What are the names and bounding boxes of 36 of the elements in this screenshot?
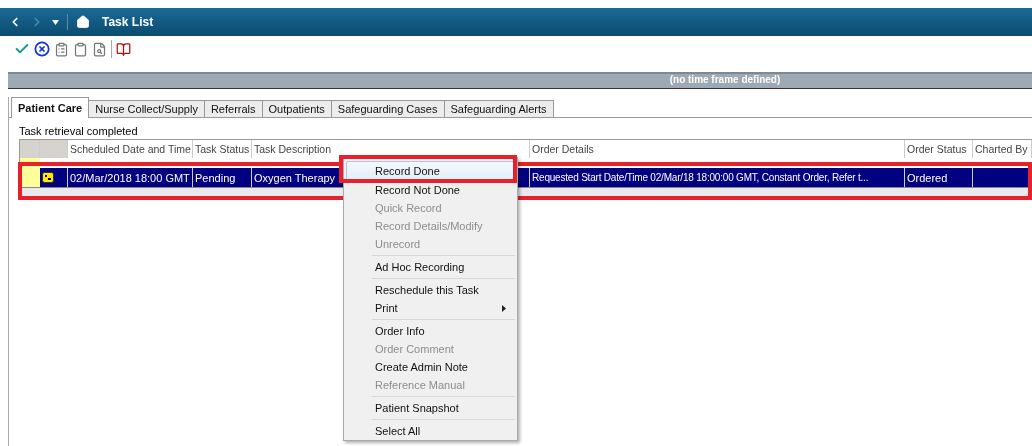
column-header[interactable]: Scheduled Date and Time [68, 140, 193, 158]
table-cell: Pending [193, 168, 252, 187]
tab[interactable]: Outpatients [261, 100, 332, 117]
menu-item[interactable]: Patient Snapshot [346, 399, 515, 417]
cancel-icon[interactable] [34, 41, 50, 57]
column-header[interactable]: Order Details [530, 140, 905, 158]
caret-icon[interactable] [52, 19, 59, 25]
tab[interactable]: Safeguarding Alerts [443, 100, 554, 117]
document-icon[interactable] [73, 41, 88, 57]
tab[interactable]: Patient Care [11, 97, 90, 118]
menu-item[interactable]: Print [346, 299, 515, 317]
tab[interactable]: Nurse Collect/Supply [88, 100, 205, 117]
table-cell: Ordered [905, 168, 973, 187]
header-cell [40, 140, 68, 158]
search-document-icon[interactable] [92, 41, 107, 57]
tab[interactable]: Safeguarding Cases [330, 100, 445, 117]
column-header[interactable]: Task Description [252, 140, 530, 158]
column-header[interactable]: Charted By [973, 140, 1032, 158]
header-cell [20, 140, 40, 158]
menu-item[interactable]: Order Info [346, 322, 515, 340]
menu-item[interactable]: Create Admin Note [346, 358, 515, 376]
column-header[interactable]: Task Status [193, 140, 252, 158]
task-icon [42, 172, 54, 183]
menu-item[interactable]: Ad Hoc Recording [346, 258, 515, 276]
status-text: Task retrieval completed [18, 124, 139, 139]
table-cell: 02/Mar/2018 18:00 GMT [68, 168, 193, 187]
book-icon[interactable] [116, 41, 131, 57]
tab[interactable]: Referrals [203, 100, 263, 117]
home-icon[interactable] [76, 15, 90, 29]
column-header[interactable]: Order Status [905, 140, 973, 158]
time-frame-label: (no time frame defined) [669, 74, 781, 87]
menu-item[interactable]: Reschedule this Task [346, 281, 515, 299]
menu-item[interactable]: Select All [346, 422, 515, 440]
table-cell: Requested Start Date/Time 02/Mar/18 18:00:00 GMT, Constant Order, Refer t... [530, 168, 905, 187]
clipboard-icon[interactable] [54, 41, 69, 57]
window-title: Task List [102, 15, 154, 29]
